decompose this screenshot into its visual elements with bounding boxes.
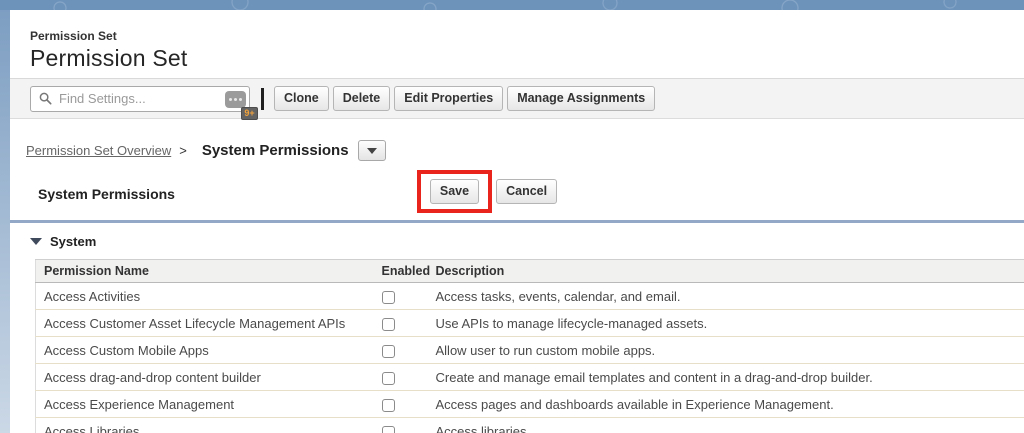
- enabled-checkbox[interactable]: [381, 425, 395, 433]
- clone-button[interactable]: Clone: [274, 86, 329, 111]
- table-row: Access Custom Mobile Apps Allow user to …: [35, 336, 1024, 364]
- extension-count-badge: 9+: [241, 106, 258, 120]
- search-icon: [39, 92, 52, 105]
- system-group-header[interactable]: System: [30, 233, 1024, 250]
- delete-button[interactable]: Delete: [332, 86, 391, 111]
- content-panel: Permission Set Permission Set Find Setti…: [10, 10, 1024, 433]
- cancel-button[interactable]: Cancel: [496, 178, 558, 204]
- permission-name-cell: Access Experience Management: [35, 390, 374, 418]
- table-row: Access Experience Management Access page…: [35, 390, 1024, 418]
- enabled-checkbox[interactable]: [381, 398, 395, 412]
- permission-name-cell: Access Libraries: [35, 417, 374, 433]
- section-action-bar: System Permissions Save Cancel: [10, 162, 1024, 220]
- save-button[interactable]: Save: [429, 178, 480, 204]
- table-row: Access drag-and-drop content builder Cre…: [35, 363, 1024, 391]
- permission-name-cell: Access Activities: [35, 282, 374, 310]
- column-header-enabled: Enabled: [373, 259, 430, 283]
- description-cell: Access pages and dashboards available in…: [427, 390, 1024, 418]
- enabled-checkbox[interactable]: [381, 344, 395, 358]
- save-highlight-box: Save: [416, 169, 493, 213]
- section-divider: [10, 220, 1024, 223]
- extension-icon[interactable]: [225, 90, 246, 108]
- page-title: Permission Set: [30, 45, 188, 71]
- description-cell: Allow user to run custom mobile apps.: [427, 336, 1024, 364]
- description-cell: Access tasks, events, calendar, and emai…: [427, 282, 1024, 310]
- permission-name-cell: Access drag-and-drop content builder: [35, 363, 374, 391]
- table-header-row: Permission Name Enabled Description: [35, 259, 1024, 283]
- description-cell: Use APIs to manage lifecycle-managed ass…: [427, 309, 1024, 337]
- enabled-checkbox[interactable]: [381, 371, 395, 385]
- table-row: Access Customer Asset Lifecycle Manageme…: [35, 309, 1024, 337]
- breadcrumb-separator: >: [179, 143, 187, 158]
- toolbar-button-group: Clone Delete Edit Properties Manage Assi…: [274, 86, 656, 111]
- permission-name-cell: Access Customer Asset Lifecycle Manageme…: [35, 309, 374, 337]
- group-label: System: [50, 234, 97, 249]
- action-buttons: Save Cancel: [10, 165, 964, 217]
- search-placeholder: Find Settings...: [59, 91, 146, 106]
- description-cell: Create and manage email templates and co…: [427, 363, 1024, 391]
- setup-toolbar: Find Settings... 9+ Clone Delete Edit Pr…: [10, 79, 1024, 120]
- column-header-permission-name: Permission Name: [35, 259, 374, 283]
- manage-assignments-button[interactable]: Manage Assignments: [507, 86, 656, 111]
- breadcrumb-current-page: System Permissions: [201, 142, 349, 159]
- enabled-checkbox[interactable]: [381, 317, 395, 331]
- breadcrumb-overview-link[interactable]: Permission Set Overview: [26, 143, 171, 158]
- enabled-checkbox[interactable]: [381, 290, 395, 304]
- edit-properties-button[interactable]: Edit Properties: [394, 86, 504, 111]
- entity-type-label: Permission Set: [30, 29, 117, 43]
- page-header: Permission Set Permission Set: [10, 10, 1024, 79]
- table-row: Access Activities Access tasks, events, …: [35, 282, 1024, 310]
- section-picker-dropdown-button[interactable]: [357, 140, 386, 161]
- triangle-down-icon: [30, 238, 42, 245]
- permissions-table: Permission Name Enabled Description Acce…: [35, 259, 1024, 433]
- breadcrumb: Permission Set Overview > System Permiss…: [26, 139, 1024, 162]
- description-cell: Access libraries.: [427, 417, 1024, 433]
- toolbar-divider: [261, 87, 264, 110]
- chevron-down-icon: [366, 147, 377, 154]
- table-row: Access Libraries Access libraries.: [35, 417, 1024, 433]
- decorative-header-banner: [0, 0, 1024, 10]
- page-left-gutter: [0, 10, 10, 433]
- column-header-description: Description: [427, 259, 1024, 283]
- search-input[interactable]: Find Settings... 9+: [30, 85, 258, 120]
- permission-name-cell: Access Custom Mobile Apps: [35, 336, 374, 364]
